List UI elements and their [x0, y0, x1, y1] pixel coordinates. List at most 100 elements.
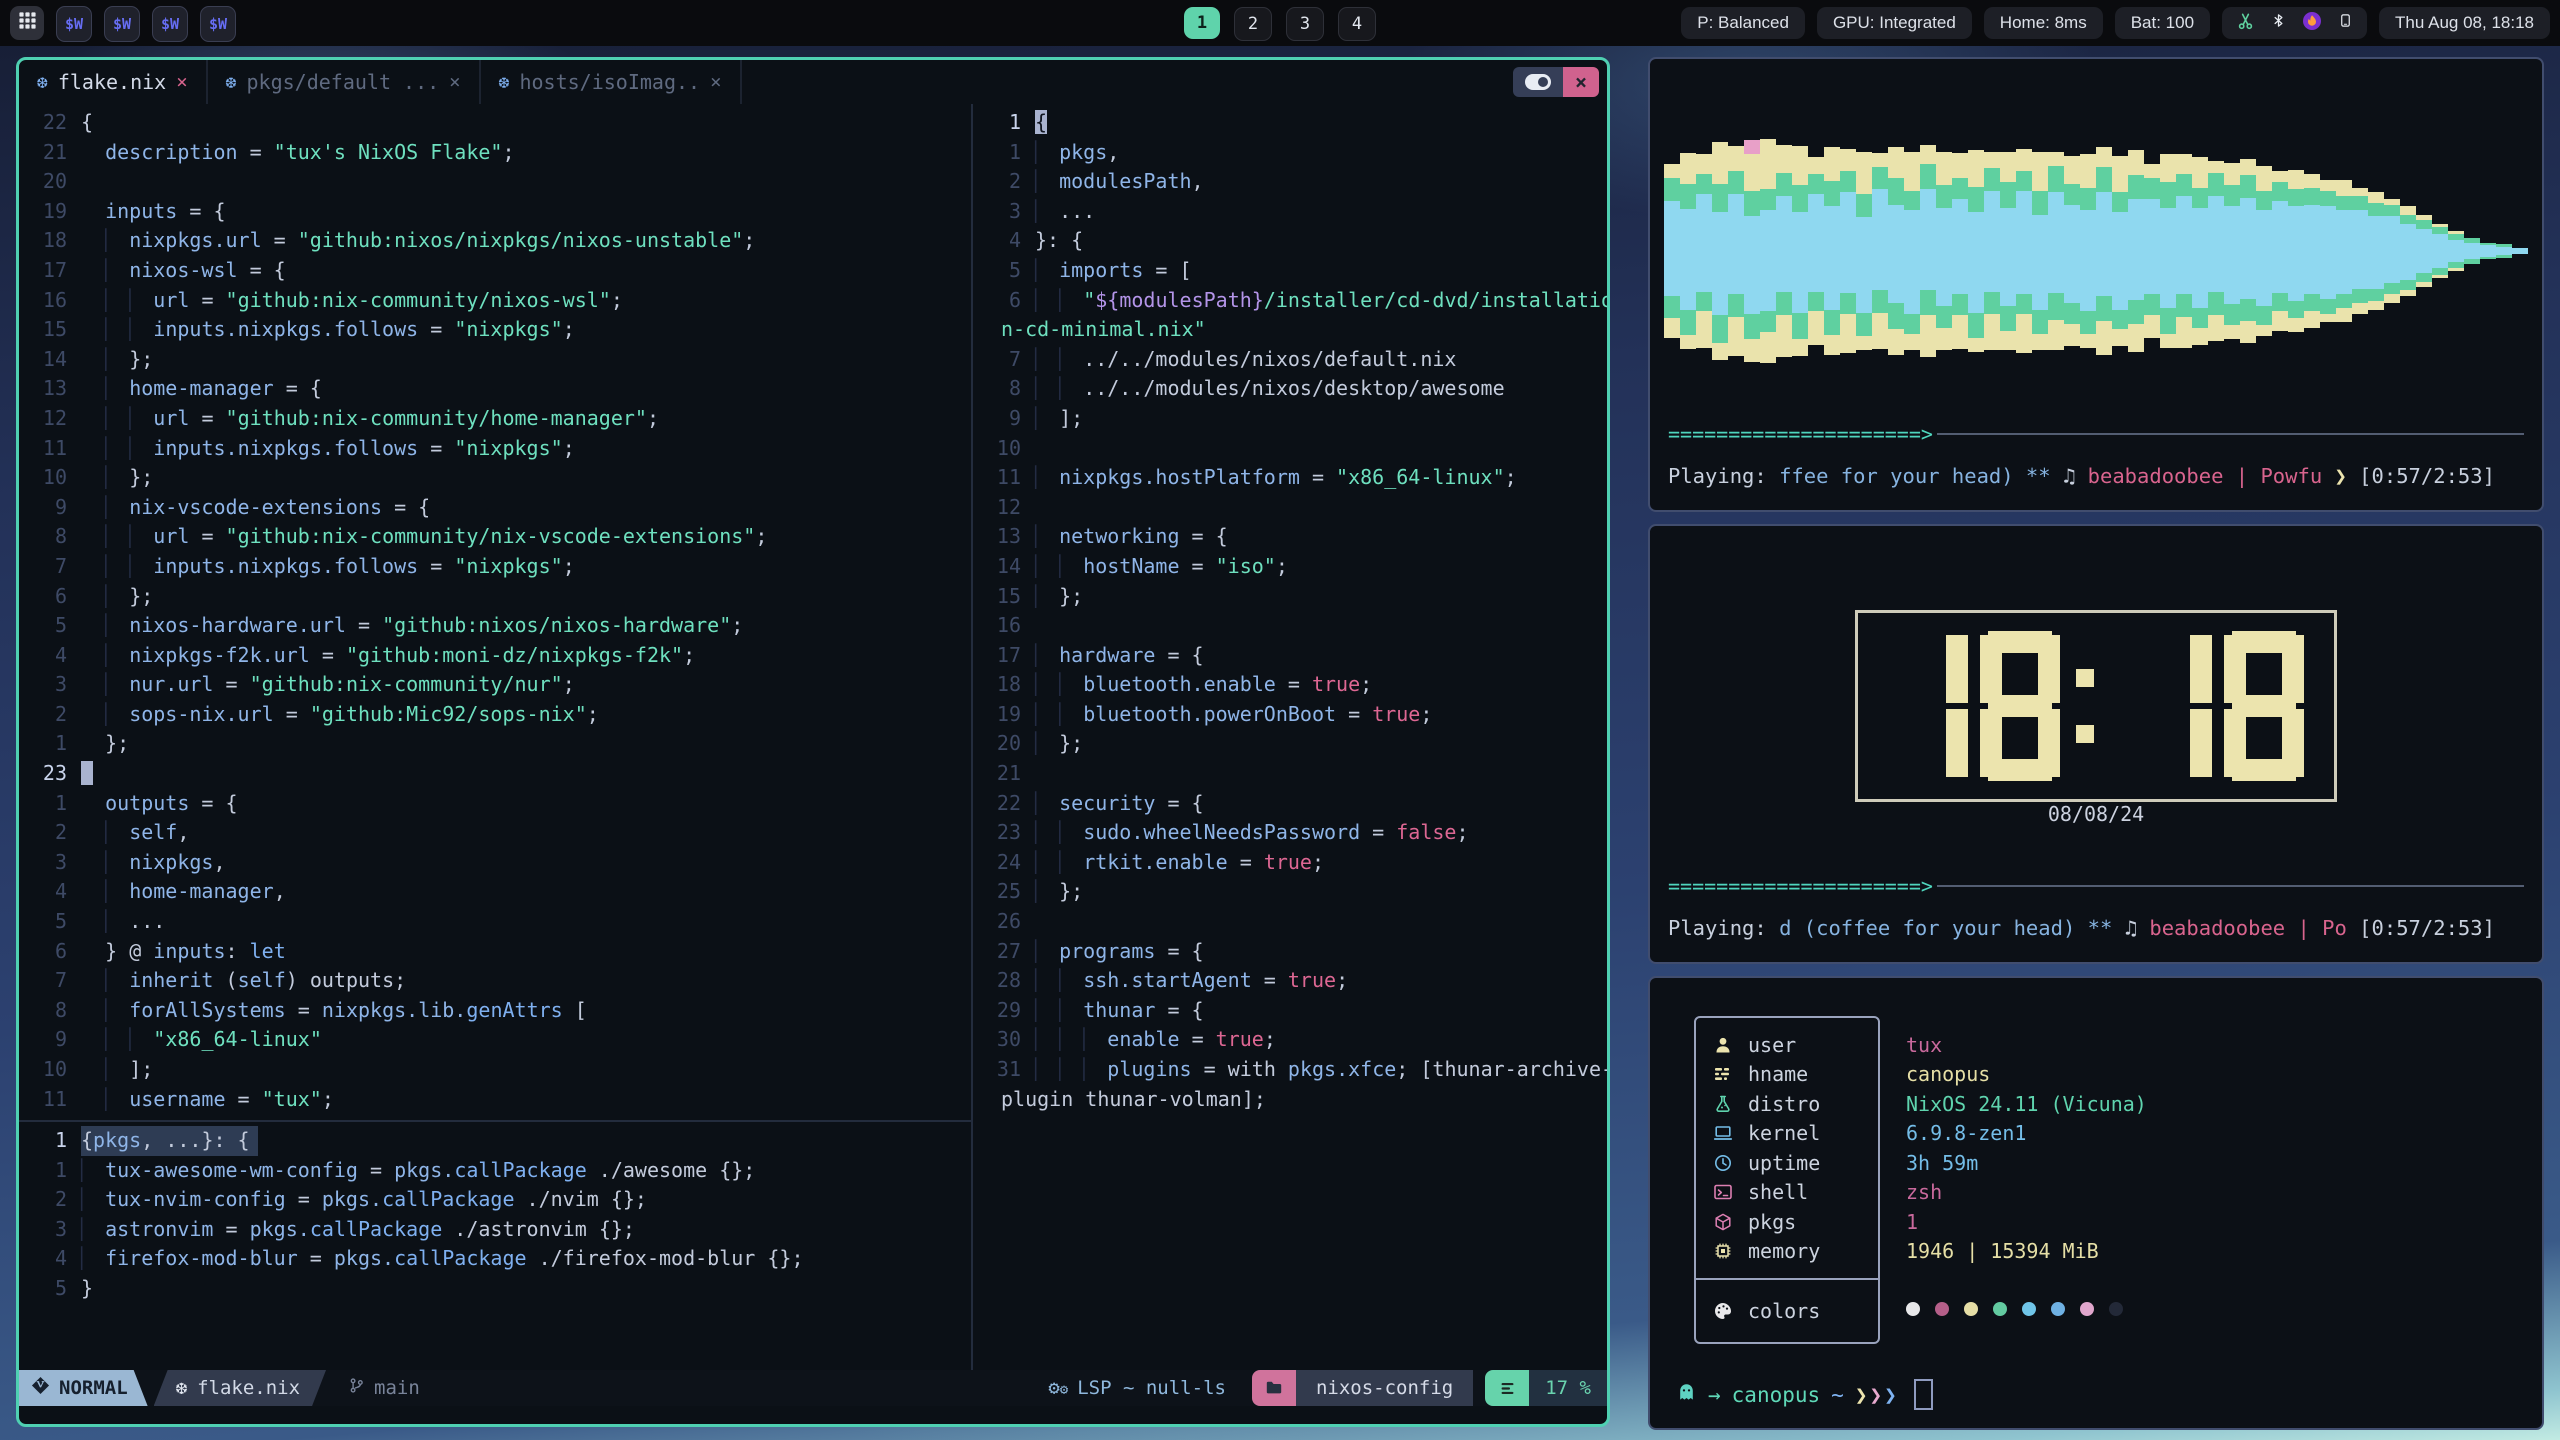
viz-bar	[2480, 81, 2496, 421]
status-chip-3[interactable]: Home: 8ms	[1984, 7, 2103, 39]
status-chip-2[interactable]: GPU: Integrated	[1817, 7, 1972, 39]
code-line: 13▏ networking = {	[973, 522, 1607, 552]
app-window-button-1[interactable]: $W	[56, 6, 92, 42]
app-window-button-3[interactable]: $W	[152, 6, 188, 42]
network-icon[interactable]	[2236, 11, 2255, 35]
code-line: 12	[973, 493, 1607, 523]
code-text: ▏ networking = {	[1035, 522, 1228, 552]
viz-bar	[2208, 81, 2224, 421]
code-text: ▏ security = {	[1035, 789, 1204, 819]
code-line: 17 ▏ nixos-wsl = {	[19, 256, 971, 286]
folder-icon	[1252, 1370, 1296, 1406]
code-line: 5}	[19, 1274, 971, 1304]
fetch-value-distro: NixOS 24.11 (Vicuna)	[1906, 1089, 2147, 1119]
shell-prompt[interactable]: → canopus ~ ❯❯❯	[1676, 1379, 1933, 1410]
code-line: 1 outputs = {	[19, 789, 971, 819]
code-line: 11▏ nixpkgs.hostPlatform = "x86_64-linux…	[973, 463, 1607, 493]
code-text: ▏ ▏ bluetooth.powerOnBoot = true;	[1035, 700, 1432, 730]
tab-close-icon[interactable]: ×	[710, 71, 721, 93]
code-text: ▏ ▏ ▏ enable = true;	[1035, 1025, 1276, 1055]
line-number: 8	[19, 996, 81, 1026]
code-pane-iso-image[interactable]: 1{1▏ pkgs,2▏ modulesPath,3▏ ...4}: {5▏ i…	[973, 104, 1607, 1370]
tab-hosts-isoimag-[interactable]: ❆hosts/isoImag..×	[481, 60, 742, 104]
code-text: ▏ ▏ rtkit.enable = true;	[1035, 848, 1324, 878]
tab-close-icon[interactable]: ×	[449, 71, 460, 93]
line-number: 2	[19, 700, 81, 730]
line-number: 1	[973, 108, 1035, 138]
viz-bar	[1696, 81, 1712, 421]
viz-bar	[1760, 81, 1776, 421]
statusline-filename[interactable]: ❆ flake.nix	[154, 1370, 326, 1406]
chevron-icon: ❯	[1869, 1383, 1882, 1407]
code-text: ▏ nur.url = "github:nix-community/nur";	[81, 670, 575, 700]
code-line: 23▏ ▏ sudo.wheelNeedsPassword = false;	[973, 818, 1607, 848]
code-text: ▏ nixpkgs.hostPlatform = "x86_64-linux";	[1035, 463, 1517, 493]
code-text: plugin thunar-volman];	[1001, 1085, 1266, 1115]
bluetooth-icon[interactable]	[2271, 11, 2286, 35]
code-line: 8 ▏ forAllSystems = nixpkgs.lib.genAttrs…	[19, 996, 971, 1026]
viz-bar	[2080, 81, 2096, 421]
progress-arrow: =====================>	[1668, 422, 1933, 446]
line-number: 9	[19, 493, 81, 523]
line-number: 30	[973, 1025, 1035, 1055]
workspace-tag-3[interactable]: 3	[1286, 7, 1324, 41]
code-line: 2▏ tux-nvim-config = pkgs.callPackage ./…	[19, 1185, 971, 1215]
app-window-button-2[interactable]: $W	[104, 6, 140, 42]
workspace-tag-2[interactable]: 2	[1234, 7, 1272, 41]
tab-pin-toggle[interactable]	[1513, 67, 1563, 97]
code-line: 10 ▏ };	[19, 463, 971, 493]
browser-icon[interactable]	[2302, 11, 2322, 36]
line-number: 12	[973, 493, 1035, 523]
code-text: ▏ ▏ ../../modules/nixos/default.nix	[1035, 345, 1456, 375]
datetime-widget[interactable]: Thu Aug 08, 18:18	[2379, 7, 2550, 39]
code-line: 5▏ imports = [	[973, 256, 1607, 286]
code-line: 5 ▏ nixos-hardware.url = "github:nixos/n…	[19, 611, 971, 641]
status-chip-4[interactable]: Bat: 100	[2115, 7, 2210, 39]
workspace-tag-4[interactable]: 4	[1338, 7, 1376, 41]
code-text: ▏ ▏ url = "github:nix-community/nix-vsco…	[81, 522, 767, 552]
code-line: 8 ▏ ▏ url = "github:nix-community/nix-vs…	[19, 522, 971, 552]
git-branch[interactable]: main	[326, 1370, 420, 1406]
code-text: ▏ };	[1035, 729, 1083, 759]
line-number	[973, 1085, 1001, 1115]
line-number: 3	[19, 670, 81, 700]
code-text: ▏ };	[1035, 877, 1083, 907]
tab-flake-nix[interactable]: ❆flake.nix×	[19, 60, 208, 104]
code-line: 1{pkgs, ...}: {	[19, 1126, 971, 1156]
code-line: plugin thunar-volman];	[973, 1085, 1607, 1115]
viz-bar	[1824, 81, 1840, 421]
line-number: 25	[973, 877, 1035, 907]
line-number: 20	[19, 167, 81, 197]
viz-bar	[2288, 81, 2304, 421]
line-number	[973, 315, 1001, 345]
tab-pkgs-default-[interactable]: ❆pkgs/default ...×	[208, 60, 481, 104]
line-number: 31	[973, 1055, 1035, 1085]
app-launcher-button[interactable]	[10, 6, 44, 40]
viz-bar	[2256, 81, 2272, 421]
line-number: 3	[19, 1215, 81, 1245]
project-name[interactable]: nixos-config	[1296, 1370, 1473, 1406]
viz-bar	[2368, 81, 2384, 421]
fetch-row-shell: shell	[1696, 1178, 1878, 1208]
code-pane-flake[interactable]: 22{21 description = "tux's NixOS Flake";…	[19, 104, 971, 1120]
code-text: ▏ ▏ "x86_64-linux"	[81, 1025, 322, 1055]
status-chip-1[interactable]: P: Balanced	[1681, 7, 1805, 39]
viz-bar	[2160, 81, 2176, 421]
line-number: 15	[973, 582, 1035, 612]
code-line: 21 description = "tux's NixOS Flake";	[19, 138, 971, 168]
fetch-row-uptime: uptime	[1696, 1148, 1878, 1178]
code-text: }: {	[1035, 226, 1083, 256]
phone-icon[interactable]	[2338, 11, 2353, 35]
tab-close-icon[interactable]: ×	[176, 71, 187, 93]
track-progress: =====================>	[1668, 422, 2524, 446]
fetch-label: pkgs	[1748, 1210, 1796, 1234]
clock-digit-1	[2132, 631, 2212, 781]
code-text: ▏ nixos-hardware.url = "github:nixos/nix…	[81, 611, 743, 641]
code-text: ▏ ▏ hostName = "iso";	[1035, 552, 1288, 582]
fetch-label: kernel	[1748, 1121, 1820, 1145]
buffer-close-button[interactable]: ×	[1563, 67, 1599, 97]
workspace-tag-1[interactable]: 1	[1184, 7, 1220, 39]
app-window-button-4[interactable]: $W	[200, 6, 236, 42]
code-pane-pkgs-default[interactable]: 1{pkgs, ...}: {1▏ tux-awesome-wm-config …	[19, 1122, 971, 1370]
now-playing-text: Playing: ffee for your head) ** ♫ beabad…	[1668, 464, 2524, 488]
